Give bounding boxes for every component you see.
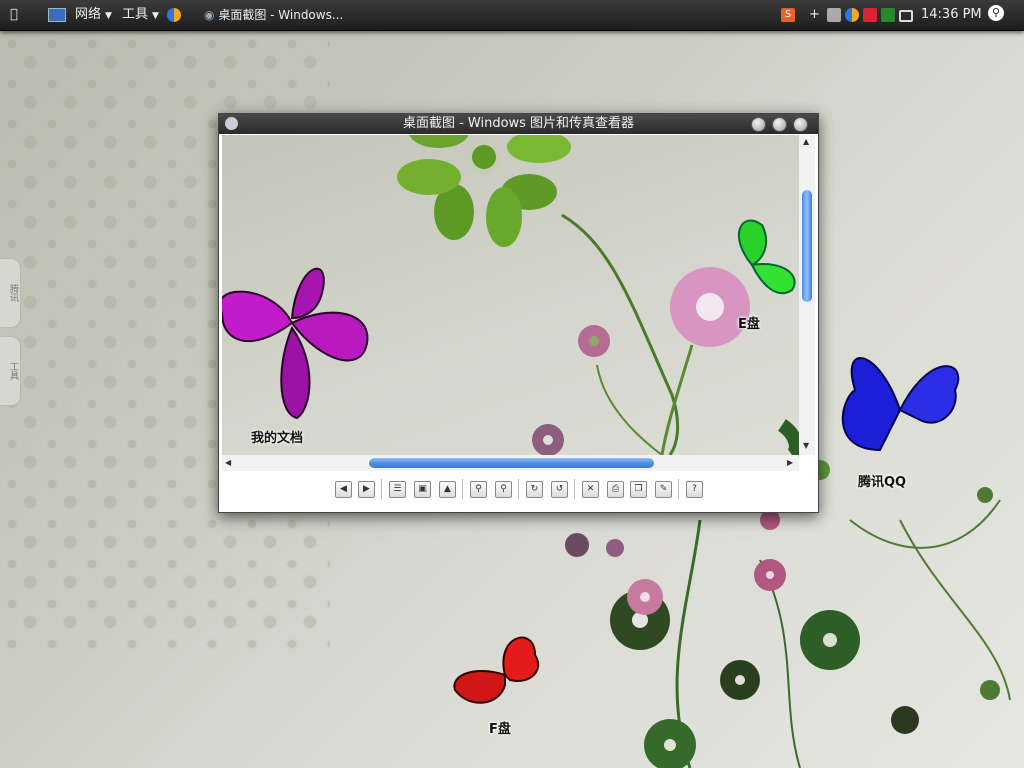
tools-menu-label: 工具	[122, 7, 149, 22]
zoom-in-button[interactable]: ⚲	[470, 481, 487, 498]
toolbar-divider	[381, 479, 382, 499]
flower	[627, 579, 663, 615]
taskbar-window-title: 桌面截图 - Windows...	[218, 8, 344, 22]
red-butterfly	[453, 636, 540, 704]
tools-menu[interactable]: 工具 ▼	[122, 0, 159, 30]
vertical-scrollbar[interactable]: ▲ ▼	[799, 135, 815, 455]
network-icon	[48, 0, 66, 30]
add-applet-button[interactable]: +	[809, 0, 820, 30]
desktop-icon-my-documents-label: 我的文档	[251, 431, 304, 446]
side-tab-tools[interactable]: 工具	[0, 336, 21, 406]
scroll-up-arrow-icon[interactable]: ▲	[803, 137, 809, 146]
desktop-icon-f-drive-label[interactable]: F盘	[489, 718, 511, 737]
app-icon	[225, 117, 238, 130]
viewer-toolbar: ◀ ▶ ☰ ▣ ▲ ⚲ ⚲ ↻ ↺ ✕ ⎙ ❐ ✎ ?	[219, 471, 818, 512]
horizontal-scrollbar[interactable]: ◀ ▶	[222, 455, 799, 471]
green-flower	[397, 135, 571, 247]
delete-button[interactable]: ✕	[582, 481, 599, 498]
browser-launcher-icon[interactable]	[167, 8, 181, 22]
network-menu[interactable]: 网络 ▼	[75, 0, 112, 30]
zoom-out-button[interactable]: ⚲	[495, 481, 512, 498]
horizontal-scroll-thumb[interactable]	[369, 458, 654, 468]
side-tab-qq[interactable]: 腾讯	[0, 258, 21, 328]
network-status-icon[interactable]	[881, 8, 895, 22]
window-titlebar[interactable]: 桌面截图 - Windows 图片和传真查看器	[219, 114, 818, 134]
chevron-down-icon: ▼	[105, 11, 112, 21]
slideshow-button[interactable]: ▲	[439, 481, 456, 498]
update-icon[interactable]	[845, 8, 859, 22]
display-icon[interactable]	[899, 10, 913, 22]
top-panel:  网络▼ 工具▼ ◉ 桌面截图 - Windows... S + 14:36 …	[0, 0, 1024, 31]
toolbar-divider	[462, 479, 463, 499]
vertical-scroll-thumb[interactable]	[802, 190, 812, 302]
actual-size-button[interactable]: ▣	[414, 481, 431, 498]
image-viewport[interactable]: 我的文档 E盘	[222, 135, 799, 455]
green-butterfly	[737, 219, 796, 295]
flower	[754, 559, 786, 591]
apple-menu-icon[interactable]: 	[10, 0, 18, 30]
maximize-button[interactable]	[772, 117, 787, 132]
minimize-button[interactable]	[751, 117, 766, 132]
scroll-left-arrow-icon[interactable]: ◀	[225, 458, 231, 467]
rotate-counterclockwise-button[interactable]: ↺	[551, 481, 568, 498]
edit-image-button[interactable]: ✎	[655, 481, 672, 498]
shield-icon[interactable]	[863, 8, 877, 22]
next-image-button[interactable]: ▶	[358, 481, 375, 498]
search-icon[interactable]: ⚲	[988, 5, 1004, 21]
pink-flower	[670, 267, 750, 347]
blue-butterfly	[841, 357, 960, 452]
flower	[644, 719, 696, 768]
magenta-butterfly	[222, 267, 369, 420]
desktop-icon-qq-label[interactable]: 腾讯QQ	[858, 471, 906, 490]
volume-icon[interactable]	[827, 8, 841, 22]
toolbar-divider	[574, 479, 575, 499]
copy-to-button[interactable]: ❐	[630, 481, 647, 498]
rotate-clockwise-button[interactable]: ↻	[526, 481, 543, 498]
small-flower	[532, 424, 564, 455]
scroll-down-arrow-icon[interactable]: ▼	[803, 441, 809, 450]
best-fit-button[interactable]: ☰	[389, 481, 406, 498]
close-button[interactable]	[793, 117, 808, 132]
toolbar-divider	[518, 479, 519, 499]
desktop-icon-e-drive-label: E盘	[738, 317, 760, 332]
picture-viewer-window: 桌面截图 - Windows 图片和传真查看器 我的文档 E盘 ▲ ▼ ◀ ▶ …	[218, 113, 819, 513]
picture-viewer-icon: ◉	[204, 8, 215, 22]
previous-image-button[interactable]: ◀	[335, 481, 352, 498]
network-menu-label: 网络	[75, 7, 102, 22]
taskbar-window-button[interactable]: ◉ 桌面截图 - Windows...	[204, 0, 343, 30]
help-button[interactable]: ?	[686, 481, 703, 498]
sogou-input-icon[interactable]: S	[781, 8, 795, 22]
scroll-right-arrow-icon[interactable]: ▶	[787, 458, 793, 467]
chevron-down-icon: ▼	[152, 11, 159, 21]
window-title: 桌面截图 - Windows 图片和传真查看器	[402, 116, 635, 131]
flower	[800, 610, 860, 670]
flower	[720, 660, 760, 700]
clock[interactable]: 14:36 PM	[921, 0, 982, 30]
screenshot-image	[222, 135, 799, 455]
toolbar-divider	[678, 479, 679, 499]
small-flower	[578, 325, 610, 357]
print-button[interactable]: ⎙	[607, 481, 624, 498]
